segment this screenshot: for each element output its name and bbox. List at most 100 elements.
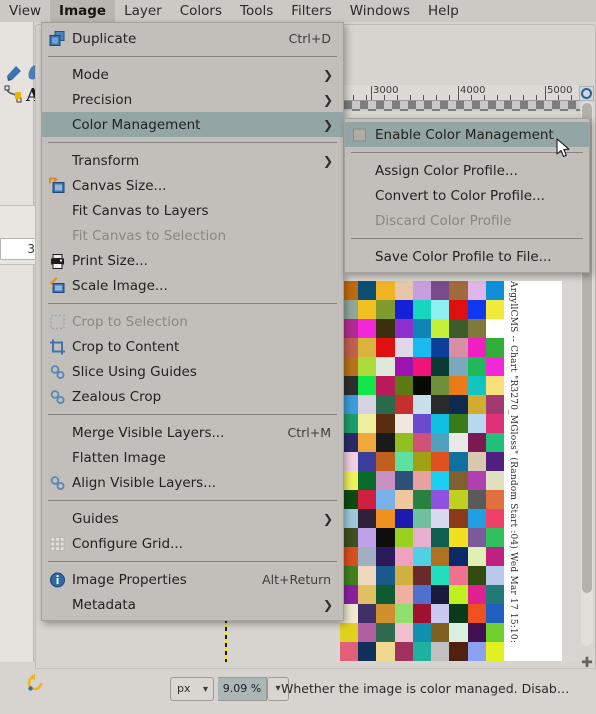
unit-select[interactable]: px ▾ bbox=[170, 677, 214, 701]
chart-swatch bbox=[340, 623, 359, 642]
menu-item-label: Color Management bbox=[72, 116, 201, 133]
ruler-label-4000: 4000 bbox=[460, 85, 486, 96]
menu-item-slice-using-guides[interactable]: Slice Using Guides bbox=[42, 359, 343, 384]
chart-swatch bbox=[431, 509, 450, 528]
chart-swatch bbox=[358, 528, 377, 547]
reset-icon[interactable] bbox=[25, 672, 47, 694]
chart-swatch bbox=[467, 528, 486, 547]
chart-swatch bbox=[485, 547, 504, 566]
menu-layer[interactable]: Layer bbox=[115, 0, 171, 22]
menu-item-save-color-profile-to-file[interactable]: Save Color Profile to File... bbox=[345, 244, 589, 269]
menu-item-guides[interactable]: Guides ❯ bbox=[42, 506, 343, 531]
menu-tools[interactable]: Tools bbox=[231, 0, 282, 22]
chart-swatch bbox=[485, 490, 504, 509]
menu-item-scale-image[interactable]: Scale Image... bbox=[42, 273, 343, 298]
chart-swatch bbox=[449, 376, 468, 395]
chart-swatch bbox=[485, 528, 504, 547]
chart-swatch bbox=[449, 490, 468, 509]
menu-item-label: Scale Image... bbox=[72, 277, 168, 294]
menu-item-canvas-size[interactable]: Canvas Size... bbox=[42, 173, 343, 198]
chart-swatch bbox=[412, 281, 432, 300]
menu-item-convert-to-color-profile[interactable]: Convert to Color Profile... bbox=[345, 183, 589, 208]
menu-item-label: Configure Grid... bbox=[72, 535, 183, 552]
chart-swatch bbox=[376, 547, 395, 566]
chevron-down-icon: ▾ bbox=[275, 683, 281, 694]
menu-windows[interactable]: Windows bbox=[341, 0, 419, 22]
chart-swatch bbox=[412, 623, 432, 642]
menu-view[interactable]: View bbox=[0, 0, 50, 22]
menu-image[interactable]: Image bbox=[50, 0, 116, 22]
image-dropdown-menu[interactable]: Duplicate Ctrl+D Mode ❯ Precision ❯ Color Mana… bbox=[41, 22, 344, 621]
quick-mask-icon[interactable] bbox=[578, 85, 595, 102]
crop-content-icon bbox=[49, 338, 66, 355]
chart-swatch bbox=[358, 414, 377, 433]
menu-item-metadata[interactable]: Metadata ❯ bbox=[42, 592, 343, 617]
menu-item-fit-canvas-to-layers[interactable]: Fit Canvas to Layers bbox=[42, 198, 343, 223]
chart-swatch bbox=[376, 414, 395, 433]
menu-bar[interactable]: View Image Layer Colors Tools Filters Wi… bbox=[0, 0, 596, 22]
menu-item-assign-color-profile[interactable]: Assign Color Profile... bbox=[345, 158, 589, 183]
menu-item-label: Transform bbox=[72, 152, 140, 169]
chart-swatch bbox=[376, 566, 395, 585]
chart-swatch bbox=[449, 471, 468, 490]
menu-item-enable-color-management[interactable]: Enable Color Management bbox=[345, 122, 589, 147]
menu-item-label: Fit Canvas to Selection bbox=[72, 227, 227, 244]
menu-item-merge-visible-layers[interactable]: Merge Visible Layers... Ctrl+M bbox=[42, 420, 343, 445]
chart-swatch bbox=[394, 509, 413, 528]
menu-item-fit-canvas-to-selection: Fit Canvas to Selection bbox=[42, 223, 343, 248]
chart-swatch bbox=[431, 566, 450, 585]
color-management-submenu[interactable]: Enable Color Management Assign Color Prof… bbox=[344, 118, 590, 273]
chart-swatch bbox=[394, 452, 413, 471]
chart-swatch bbox=[485, 319, 504, 338]
menu-item-zealous-crop[interactable]: Zealous Crop bbox=[42, 384, 343, 409]
menu-item-image-properties[interactable]: Image Properties Alt+Return bbox=[42, 567, 343, 592]
checkbox-icon[interactable] bbox=[353, 128, 366, 141]
chart-swatch bbox=[485, 357, 504, 376]
menu-item-precision[interactable]: Precision ❯ bbox=[42, 87, 343, 112]
menu-item-transform[interactable]: Transform ❯ bbox=[42, 148, 343, 173]
path-tool-icon[interactable] bbox=[4, 84, 24, 104]
tool-option-value[interactable]: 3 bbox=[0, 238, 40, 260]
chart-swatch bbox=[431, 414, 450, 433]
menu-item-configure-grid[interactable]: Configure Grid... bbox=[42, 531, 343, 556]
menu-separator bbox=[48, 142, 337, 143]
chart-swatch bbox=[449, 547, 468, 566]
menu-item-mode[interactable]: Mode ❯ bbox=[42, 62, 343, 87]
chart-swatch bbox=[485, 623, 504, 642]
chart-swatch bbox=[394, 300, 413, 319]
chart-swatch bbox=[467, 604, 486, 623]
menu-item-label: Slice Using Guides bbox=[72, 363, 197, 380]
menu-item-shortcut: Ctrl+M bbox=[287, 425, 332, 440]
menu-item-label: Convert to Color Profile... bbox=[375, 187, 545, 204]
menu-item-duplicate[interactable]: Duplicate Ctrl+D bbox=[42, 26, 343, 51]
menu-help[interactable]: Help bbox=[419, 0, 468, 22]
chart-swatch bbox=[412, 547, 432, 566]
chart-swatch bbox=[358, 604, 377, 623]
scale-image-icon bbox=[49, 276, 66, 294]
chart-swatch bbox=[449, 642, 468, 661]
menu-item-print-size[interactable]: Print Size... bbox=[42, 248, 343, 273]
zoom-input[interactable]: 9.09 % bbox=[218, 677, 267, 701]
chart-swatch bbox=[449, 300, 468, 319]
chart-swatch bbox=[449, 604, 468, 623]
menu-item-color-management[interactable]: Color Management ❯ bbox=[42, 112, 343, 137]
chart-swatch bbox=[376, 452, 395, 471]
chart-swatch bbox=[431, 547, 450, 566]
grid-icon bbox=[49, 535, 66, 552]
chart-swatch bbox=[412, 566, 432, 585]
menu-item-label: Precision bbox=[72, 91, 133, 108]
menu-item-align-visible-layers[interactable]: Align Visible Layers... bbox=[42, 470, 343, 495]
menu-filters[interactable]: Filters bbox=[282, 0, 340, 22]
horizontal-ruler[interactable]: 3000 4000 5000 bbox=[336, 85, 580, 101]
menu-item-label: Crop to Content bbox=[72, 338, 180, 355]
menu-item-flatten-image[interactable]: Flatten Image bbox=[42, 445, 343, 470]
menu-colors[interactable]: Colors bbox=[171, 0, 231, 22]
chart-swatch bbox=[449, 623, 468, 642]
chart-swatch bbox=[358, 281, 377, 300]
ink-tool-icon[interactable] bbox=[4, 62, 24, 82]
chart-swatch bbox=[394, 357, 413, 376]
chart-swatch bbox=[358, 338, 377, 357]
chevron-right-icon: ❯ bbox=[322, 92, 333, 107]
chart-swatch bbox=[431, 319, 450, 338]
menu-item-crop-to-content[interactable]: Crop to Content bbox=[42, 334, 343, 359]
